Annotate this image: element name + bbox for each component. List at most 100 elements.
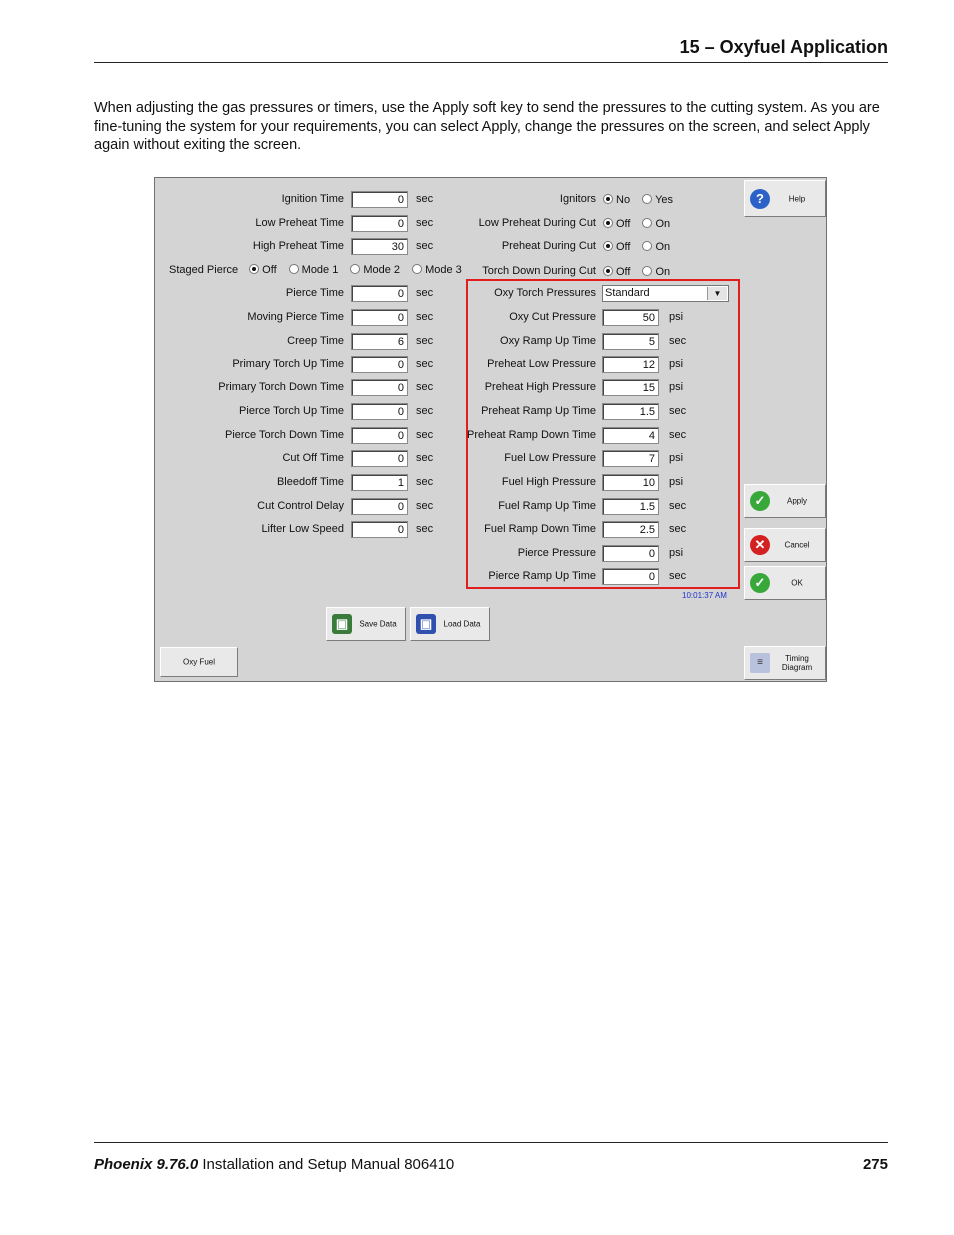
moving-pierce-time-input[interactable]: 0 bbox=[351, 309, 408, 326]
primary-torch-down-time-label: Primary Torch Down Time bbox=[218, 381, 344, 393]
pierce-ramp-up-time-unit: sec bbox=[669, 570, 687, 582]
cut-control-delay-unit: sec bbox=[416, 500, 434, 512]
oxy-ramp-up-time-input[interactable]: 5 bbox=[602, 333, 659, 350]
preheat-during-cut-options: Off On bbox=[603, 240, 682, 253]
preheat-during-cut-label: Preheat During Cut bbox=[501, 240, 596, 252]
creep-time-row: Creep Time bbox=[155, 333, 344, 351]
fuel-ramp-up-time-row: Fuel Ramp Up Time bbox=[455, 498, 596, 516]
load-data-button[interactable]: ▣ Load Data bbox=[410, 607, 490, 641]
footer-title: Phoenix 9.76.0 Installation and Setup Ma… bbox=[94, 1156, 454, 1173]
high-preheat-time-label: High Preheat Time bbox=[252, 240, 344, 252]
moving-pierce-time-unit: sec bbox=[416, 311, 434, 323]
torch-down-during-cut-option-off[interactable]: Off bbox=[603, 266, 630, 278]
chapter-header: 15 – Oxyfuel Application bbox=[679, 37, 888, 57]
primary-torch-down-time-input[interactable]: 0 bbox=[351, 379, 408, 396]
oxy-fuel-button[interactable]: Oxy Fuel bbox=[160, 647, 238, 677]
fuel-low-pressure-label: Fuel Low Pressure bbox=[504, 452, 596, 464]
page-number: 275 bbox=[862, 1156, 888, 1173]
preheat-high-pressure-unit: psi bbox=[669, 381, 684, 393]
ignitors-label: Ignitors bbox=[559, 193, 596, 205]
primary-torch-up-time-row: Primary Torch Up Time bbox=[155, 356, 344, 374]
preheat-during-cut-option-off[interactable]: Off bbox=[603, 241, 630, 253]
pierce-time-unit: sec bbox=[416, 287, 434, 299]
pierce-time-input[interactable]: 0 bbox=[351, 285, 408, 302]
ignition-time-input[interactable]: 0 bbox=[351, 191, 408, 208]
help-button[interactable]: ? Help bbox=[744, 180, 826, 217]
staged-pierce-option-mode-1[interactable]: Mode 1 bbox=[288, 264, 338, 276]
staged-pierce-option-off[interactable]: Off bbox=[249, 264, 277, 276]
low-preheat-time-input[interactable]: 0 bbox=[351, 215, 408, 232]
load-disk-icon: ▣ bbox=[416, 614, 436, 634]
oxy-torch-pressures-select[interactable]: Standard ▼ bbox=[602, 285, 729, 302]
pierce-time-label: Pierce Time bbox=[285, 287, 344, 299]
oxy-cut-pressure-unit: psi bbox=[669, 311, 684, 323]
pierce-torch-down-time-unit: sec bbox=[416, 429, 434, 441]
fuel-ramp-down-time-input[interactable]: 2.5 bbox=[602, 521, 659, 538]
oxyfuel-screen: Ignition Time 0 sec Low Preheat Time 0 sec Hig… bbox=[154, 177, 827, 682]
preheat-during-cut-row: Preheat During Cut bbox=[455, 238, 596, 256]
staged-pierce-option-mode-2[interactable]: Mode 2 bbox=[350, 264, 400, 276]
fuel-high-pressure-input[interactable]: 10 bbox=[602, 474, 659, 491]
fuel-ramp-down-time-row: Fuel Ramp Down Time bbox=[455, 521, 596, 539]
timing-diagram-button[interactable]: ≡ Timing Diagram bbox=[744, 646, 826, 680]
torch-down-during-cut-options: Off On bbox=[603, 265, 682, 278]
oxy-ramp-up-time-unit: sec bbox=[669, 335, 687, 347]
ok-button[interactable]: ✓ OK bbox=[744, 566, 826, 600]
fuel-ramp-down-time-unit: sec bbox=[669, 523, 687, 535]
ignitors-option-no[interactable]: No bbox=[603, 194, 630, 206]
fuel-high-pressure-unit: psi bbox=[669, 476, 684, 488]
fuel-ramp-up-time-input[interactable]: 1.5 bbox=[602, 498, 659, 515]
preheat-during-cut-option-on[interactable]: On bbox=[642, 241, 670, 253]
radio-icon bbox=[350, 264, 361, 274]
cut-control-delay-input[interactable]: 0 bbox=[351, 498, 408, 515]
staged-pierce-row: Staged Pierce Off Mode 1 Mode 2 Mode 3 bbox=[169, 263, 474, 276]
low-preheat-during-cut-option-on[interactable]: On bbox=[642, 218, 670, 230]
creep-time-input[interactable]: 6 bbox=[351, 333, 408, 350]
oxy-cut-pressure-label: Oxy Cut Pressure bbox=[509, 311, 596, 323]
cut-control-delay-label: Cut Control Delay bbox=[257, 500, 344, 512]
torch-down-during-cut-option-on[interactable]: On bbox=[642, 266, 670, 278]
lifter-low-speed-unit: sec bbox=[416, 523, 434, 535]
pierce-ramp-up-time-input[interactable]: 0 bbox=[602, 568, 659, 585]
low-preheat-during-cut-option-off[interactable]: Off bbox=[603, 218, 630, 230]
fuel-low-pressure-input[interactable]: 7 bbox=[602, 450, 659, 467]
preheat-high-pressure-label: Preheat High Pressure bbox=[484, 381, 596, 393]
lifter-low-speed-input[interactable]: 0 bbox=[351, 521, 408, 538]
ignition-time-unit: sec bbox=[416, 193, 434, 205]
pierce-ramp-up-time-row: Pierce Ramp Up Time bbox=[455, 568, 596, 586]
pierce-torch-up-time-unit: sec bbox=[416, 405, 434, 417]
preheat-low-pressure-input[interactable]: 12 bbox=[602, 356, 659, 373]
pierce-time-row: Pierce Time bbox=[155, 285, 344, 303]
cancel-button[interactable]: ✕ Cancel bbox=[744, 528, 826, 562]
ignition-time-row: Ignition Time bbox=[155, 191, 344, 209]
check-icon: ✓ bbox=[750, 491, 770, 511]
lifter-low-speed-label: Lifter Low Speed bbox=[261, 523, 344, 535]
pierce-torch-up-time-input[interactable]: 0 bbox=[351, 403, 408, 420]
help-icon: ? bbox=[750, 188, 770, 209]
ignitors-options: No Yes bbox=[603, 193, 685, 206]
preheat-ramp-up-time-input[interactable]: 1.5 bbox=[602, 403, 659, 420]
preheat-ramp-down-time-input[interactable]: 4 bbox=[602, 427, 659, 444]
fuel-low-pressure-unit: psi bbox=[669, 452, 684, 464]
fuel-high-pressure-row: Fuel High Pressure bbox=[455, 474, 596, 492]
cut-off-time-input[interactable]: 0 bbox=[351, 450, 408, 467]
preheat-low-pressure-label: Preheat Low Pressure bbox=[487, 358, 596, 370]
bleedoff-time-input[interactable]: 1 bbox=[351, 474, 408, 491]
preheat-ramp-up-time-row: Preheat Ramp Up Time bbox=[455, 403, 596, 421]
apply-button[interactable]: ✓ Apply bbox=[744, 484, 826, 518]
preheat-high-pressure-input[interactable]: 15 bbox=[602, 379, 659, 396]
clock: 10:01:37 AM bbox=[682, 591, 727, 600]
pierce-torch-down-time-input[interactable]: 0 bbox=[351, 427, 408, 444]
primary-torch-up-time-input[interactable]: 0 bbox=[351, 356, 408, 373]
save-data-button[interactable]: ▣ Save Data bbox=[326, 607, 406, 641]
pierce-ramp-up-time-label: Pierce Ramp Up Time bbox=[488, 570, 596, 582]
radio-icon bbox=[603, 266, 613, 276]
preheat-ramp-down-time-label: Preheat Ramp Down Time bbox=[467, 429, 596, 441]
oxy-torch-pressures-label: Oxy Torch Pressures bbox=[494, 287, 596, 299]
chevron-down-icon[interactable]: ▼ bbox=[707, 287, 727, 300]
high-preheat-time-input[interactable]: 30 bbox=[351, 238, 408, 255]
torch-down-during-cut-label: Torch Down During Cut bbox=[482, 265, 596, 277]
pierce-pressure-input[interactable]: 0 bbox=[602, 545, 659, 562]
oxy-cut-pressure-input[interactable]: 50 bbox=[602, 309, 659, 326]
ignitors-option-yes[interactable]: Yes bbox=[642, 194, 673, 206]
